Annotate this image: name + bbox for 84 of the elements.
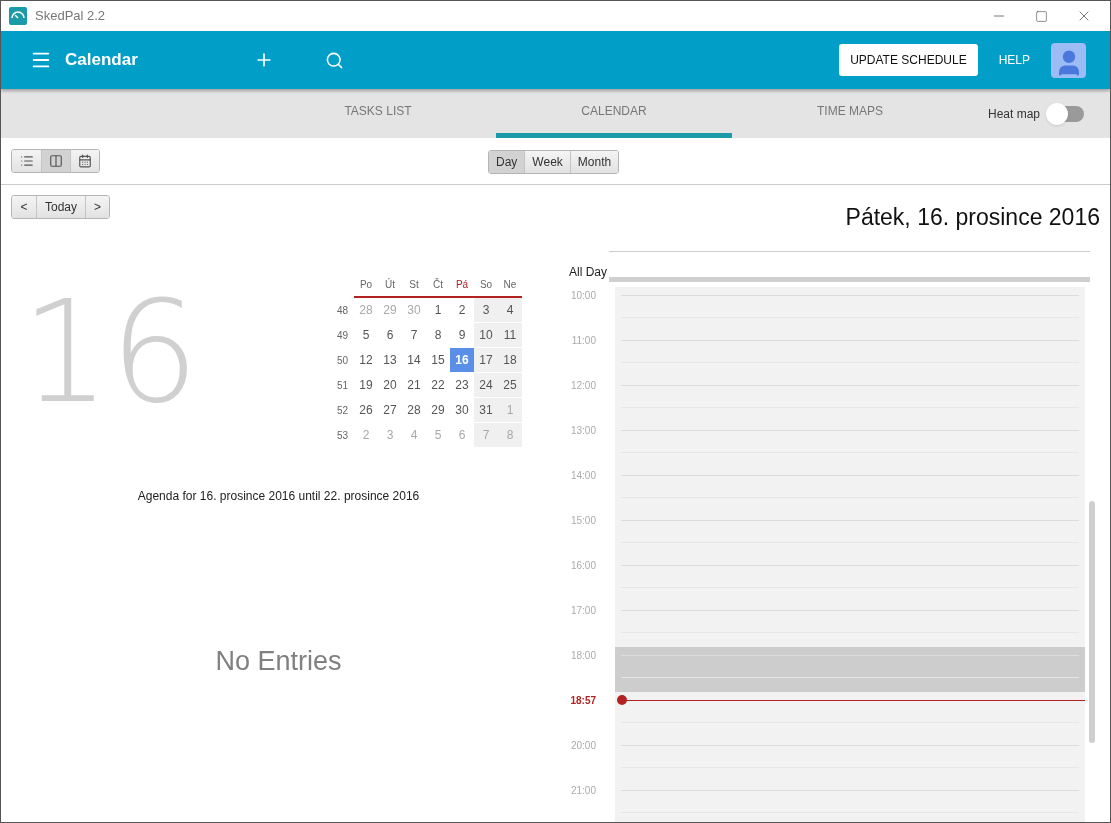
header-title: Calendar [65, 49, 138, 72]
weekday-header: Pá [454, 278, 470, 292]
weekday-header: Po [358, 278, 374, 292]
agenda-title: Agenda for 16. prosince 2016 until 22. prosince 2016 [136, 488, 421, 505]
window-title: SkedPal 2.2 [35, 7, 106, 26]
search-icon[interactable] [324, 50, 344, 70]
weekday-header: So [478, 278, 494, 292]
day-cell[interactable]: 27 [378, 398, 402, 422]
view-toggle-button[interactable] [70, 150, 99, 172]
day-cell[interactable]: 3 [474, 298, 498, 322]
day-cell[interactable]: 13 [378, 348, 402, 372]
hour-label: 18:00 [569, 649, 596, 663]
today-button[interactable]: Today [36, 196, 86, 218]
heat-map-switch[interactable] [1048, 105, 1084, 122]
day-cell[interactable]: 12 [354, 348, 378, 372]
app-logo-icon [9, 7, 27, 25]
hour-label: 15:00 [569, 514, 596, 528]
day-cell[interactable]: 14 [402, 348, 426, 372]
week-number: 52 [335, 404, 350, 418]
tab[interactable]: TASKS LIST [260, 89, 496, 138]
hour-label: 11:00 [570, 334, 596, 348]
scrollbar-thumb[interactable] [1089, 501, 1095, 743]
day-cell[interactable]: 6 [378, 323, 402, 347]
hour-label: 12:00 [569, 379, 596, 393]
weekday-header: St [408, 278, 420, 292]
day-cell[interactable]: 9 [450, 323, 474, 347]
no-entries-message: No Entries [214, 645, 343, 678]
day-cell[interactable]: 20 [378, 373, 402, 397]
day-cell[interactable]: 1 [426, 298, 450, 322]
range-button[interactable]: Week [524, 151, 570, 173]
day-cell[interactable]: 25 [498, 373, 522, 397]
range-button[interactable]: Month [569, 151, 619, 173]
day-cell[interactable]: 10 [474, 323, 498, 347]
weekday-header: Čt [432, 277, 444, 292]
update-schedule-button[interactable]: UPDATE SCHEDULE [839, 44, 978, 76]
view-toggle-button[interactable] [41, 150, 70, 172]
week-number: 53 [335, 429, 350, 443]
hour-label: 16:00 [569, 559, 596, 573]
day-cell[interactable]: 21 [402, 373, 426, 397]
avatar[interactable] [1051, 42, 1086, 78]
week-number: 49 [335, 329, 350, 343]
next-button[interactable]: > [85, 196, 110, 218]
day-cell[interactable]: 2 [450, 298, 474, 322]
day-cell[interactable]: 5 [354, 323, 378, 347]
all-day-label: All Day [568, 263, 608, 281]
day-cell[interactable]: 31 [474, 398, 498, 422]
day-cell[interactable]: 8 [426, 323, 450, 347]
maximize-icon[interactable] [1035, 9, 1048, 23]
hour-label: 10:00 [569, 289, 596, 303]
day-cell[interactable]: 4 [498, 298, 522, 322]
heat-map-label: Heat map [987, 105, 1040, 123]
day-cell[interactable]: 30 [450, 398, 474, 422]
day-cell[interactable]: 28 [402, 398, 426, 422]
calendar-icon [78, 154, 92, 168]
columns-icon [49, 154, 63, 168]
tab[interactable]: CALENDAR [496, 89, 732, 138]
week-number: 50 [335, 354, 350, 368]
range-button[interactable]: Day [489, 151, 525, 173]
day-cell[interactable]: 29 [426, 398, 450, 422]
tab[interactable]: TIME MAPS [732, 89, 968, 138]
hour-label: 13:00 [569, 424, 596, 438]
list-icon [19, 154, 34, 168]
day-cell[interactable]: 23 [450, 373, 474, 397]
date-title: Pátek, 16. prosince 2016 [845, 203, 1100, 232]
hour-label: 14:00 [569, 469, 596, 483]
current-time-label: 18:57 [569, 694, 596, 708]
view-toggle-button[interactable] [12, 150, 41, 172]
day-cell[interactable]: 11 [498, 323, 522, 347]
previous-button[interactable]: < [12, 196, 36, 218]
day-cell[interactable]: 22 [426, 373, 450, 397]
day-cell[interactable]: 26 [354, 398, 378, 422]
day-cell[interactable]: 19 [354, 373, 378, 397]
day-cell[interactable]: 17 [474, 348, 498, 372]
hour-label: 21:00 [569, 784, 596, 798]
week-number: 51 [335, 379, 350, 393]
day-cell[interactable]: 15 [426, 348, 450, 372]
weekday-header: Út [384, 277, 396, 292]
hour-label: 20:00 [569, 739, 596, 753]
day-cell[interactable]: 24 [474, 373, 498, 397]
hour-label: 17:00 [569, 604, 596, 618]
day-cell[interactable]: 18 [498, 348, 522, 372]
day-cell[interactable]: 7 [402, 323, 426, 347]
weekday-header: Ne [502, 278, 518, 292]
week-number: 48 [335, 304, 350, 318]
